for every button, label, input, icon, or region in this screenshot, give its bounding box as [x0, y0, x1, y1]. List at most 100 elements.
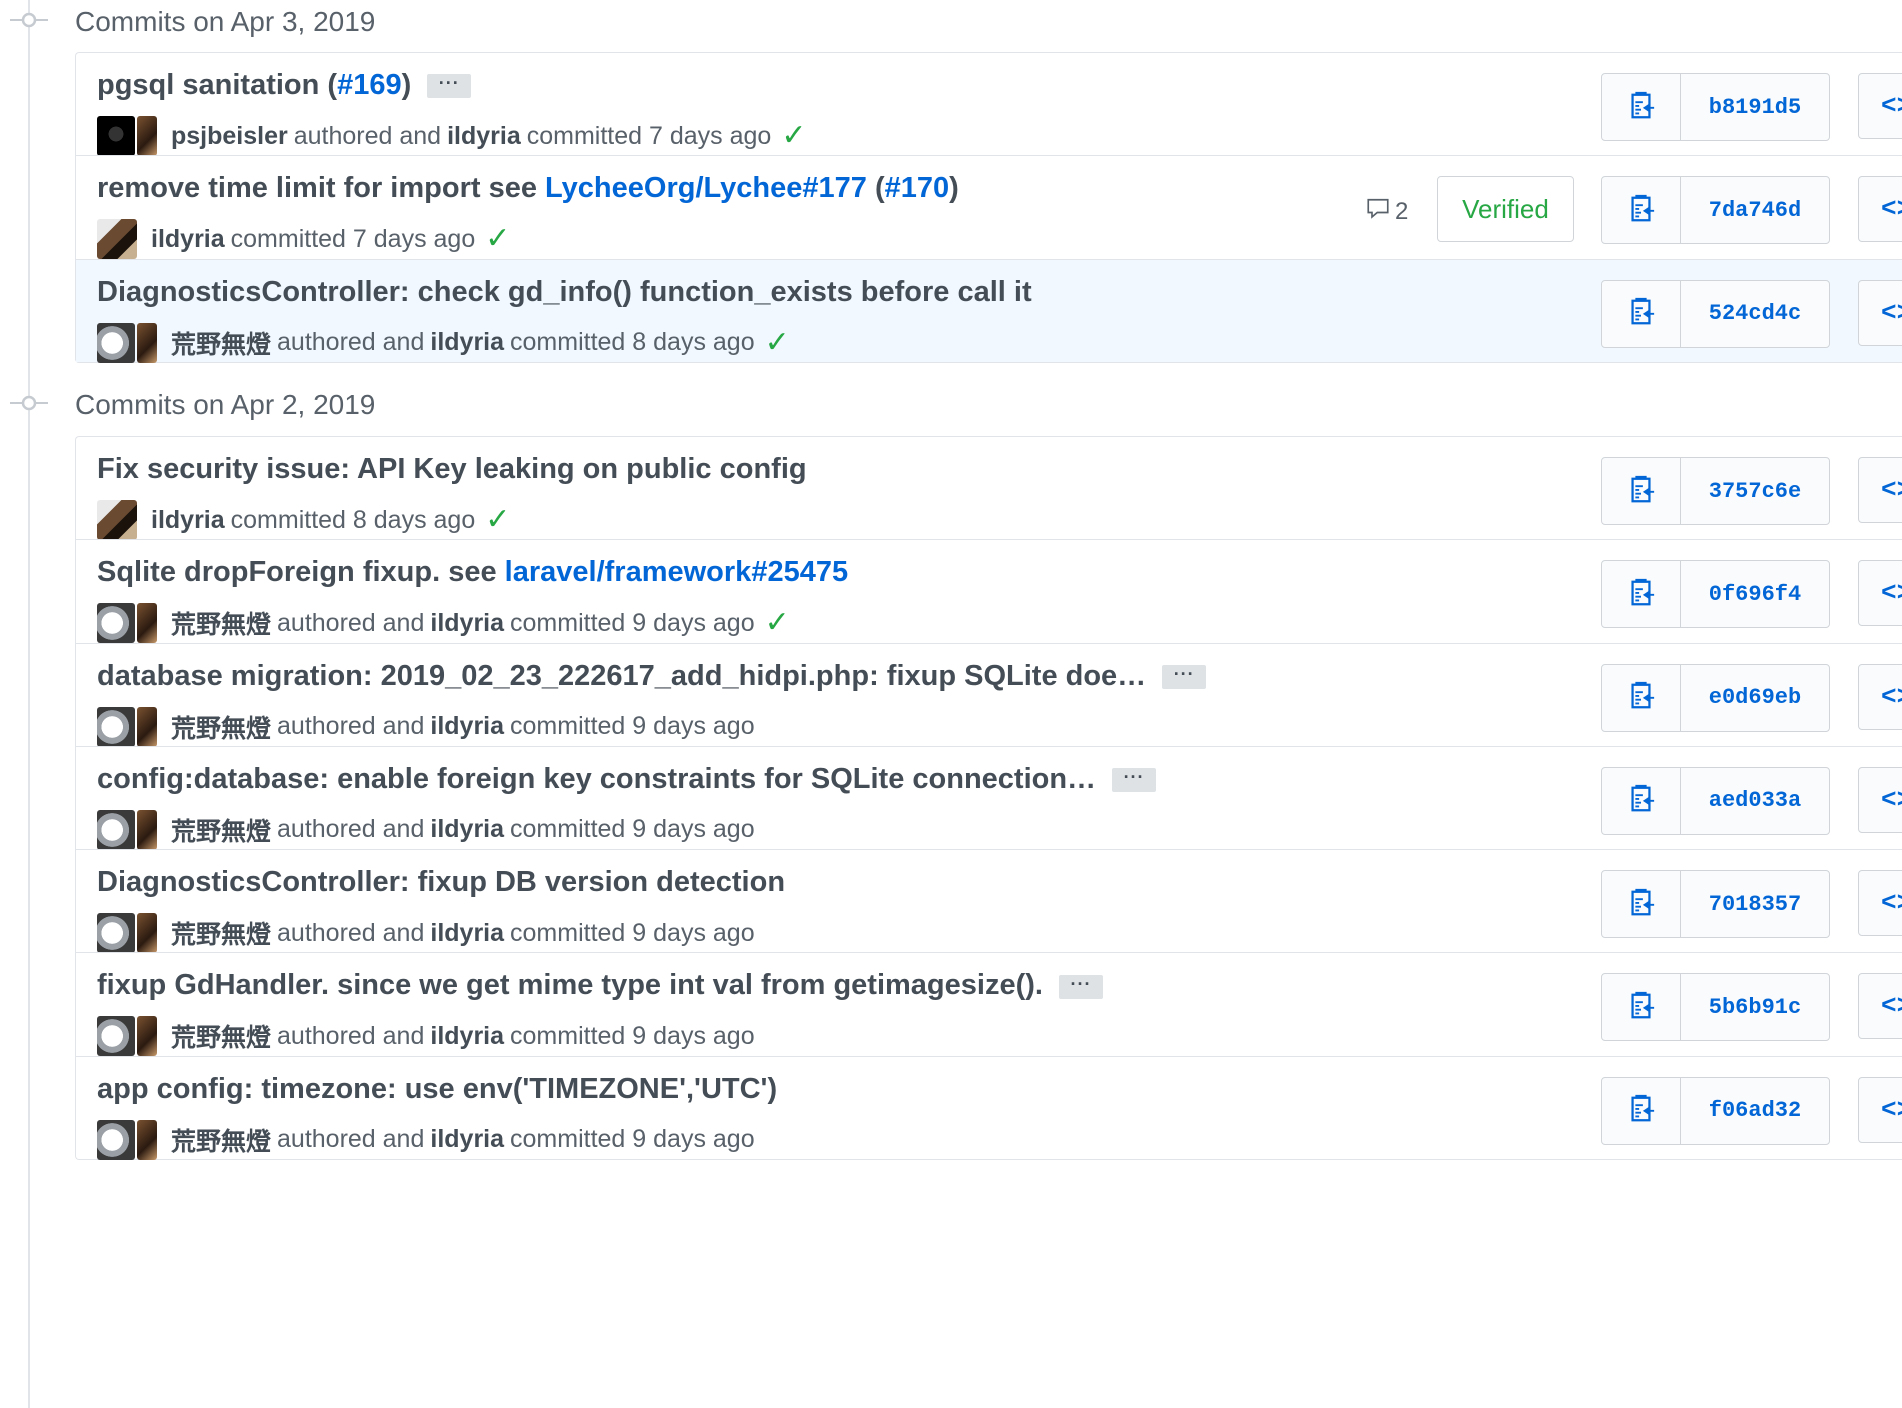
authored-text: authored and [277, 712, 425, 741]
author-name[interactable]: 荒野無燈 [171, 1018, 271, 1054]
avatar-stack[interactable] [97, 706, 157, 747]
commit-sha-link[interactable]: f06ad32 [1681, 1078, 1829, 1144]
author-name[interactable]: 荒野無燈 [171, 915, 271, 951]
commit-title-link[interactable]: LycheeOrg/Lychee#177 [545, 172, 867, 204]
commit-sha-link[interactable]: 0f696f4 [1681, 561, 1829, 627]
avatar-stack[interactable] [97, 809, 157, 850]
verified-badge[interactable]: Verified [1437, 176, 1574, 243]
avatar[interactable] [137, 706, 157, 747]
copy-sha-button[interactable] [1602, 177, 1681, 244]
day-date-label: Commits on Apr 3, 2019 [75, 6, 376, 37]
avatar[interactable] [97, 603, 135, 644]
avatar[interactable] [137, 809, 157, 850]
copy-sha-button[interactable] [1602, 664, 1681, 731]
avatar[interactable] [97, 500, 137, 540]
avatar[interactable] [137, 603, 157, 644]
avatar-stack[interactable] [97, 913, 157, 954]
avatar[interactable] [97, 809, 135, 850]
copy-sha-button[interactable] [1602, 458, 1681, 524]
avatar-stack[interactable] [97, 500, 137, 540]
committer-name[interactable]: ildyria [430, 328, 504, 357]
avatar-stack[interactable] [97, 1119, 157, 1160]
check-icon[interactable]: ✓ [765, 608, 790, 638]
avatar[interactable] [137, 1016, 157, 1057]
copy-sha-button[interactable] [1602, 280, 1681, 347]
avatar[interactable] [137, 322, 157, 363]
commit-sha-link[interactable]: aed033a [1681, 768, 1829, 834]
avatar[interactable] [97, 706, 135, 747]
committed-text: committed 9 days ago [510, 608, 755, 637]
copy-sha-button[interactable] [1602, 561, 1681, 628]
code-icon: <> [1881, 578, 1902, 609]
avatar-stack[interactable] [97, 116, 157, 156]
copy-sha-button[interactable] [1602, 871, 1681, 938]
expand-description-button[interactable]: ··· [427, 74, 472, 99]
committer-name[interactable]: ildyria [430, 712, 504, 741]
avatar[interactable] [97, 1016, 135, 1057]
expand-description-button[interactable]: ··· [1162, 664, 1207, 689]
committer-name[interactable]: ildyria [430, 1022, 504, 1051]
expand-description-button[interactable]: ··· [1112, 768, 1157, 793]
browse-repo-button[interactable]: <> [1858, 279, 1902, 346]
committer-name[interactable]: ildyria [430, 919, 504, 948]
commit-sha-link[interactable]: 7018357 [1681, 871, 1829, 937]
committer-name[interactable]: ildyria [151, 506, 225, 535]
browse-repo-button[interactable]: <> [1858, 870, 1902, 937]
browse-repo-button[interactable]: <> [1858, 766, 1902, 833]
commit-sha-link[interactable]: b8191d5 [1681, 74, 1829, 140]
avatar[interactable] [97, 322, 135, 363]
avatar[interactable] [137, 1119, 157, 1160]
browse-repo-button[interactable]: <> [1858, 973, 1902, 1040]
avatar[interactable] [97, 116, 135, 156]
avatar-stack[interactable] [97, 219, 137, 260]
avatar-stack[interactable] [97, 322, 157, 363]
code-icon: <> [1881, 91, 1902, 121]
author-name[interactable]: 荒野無燈 [171, 709, 271, 745]
browse-repo-button[interactable]: <> [1858, 1076, 1902, 1143]
browse-repo-button[interactable]: <> [1858, 176, 1902, 243]
avatar-stack[interactable] [97, 1016, 157, 1057]
commit-sha-link[interactable]: 3757c6e [1681, 458, 1829, 524]
author-name[interactable]: 荒野無燈 [171, 325, 271, 361]
commit-sha-link[interactable]: 7da746d [1681, 177, 1829, 243]
author-name[interactable]: 荒野無燈 [171, 605, 271, 641]
commit-title-link[interactable]: #170 [885, 172, 950, 204]
author-name[interactable]: psjbeisler [171, 122, 288, 151]
avatar[interactable] [97, 219, 137, 260]
check-icon[interactable]: ✓ [765, 327, 790, 358]
avatar[interactable] [137, 913, 157, 954]
expand-description-button[interactable]: ··· [1058, 974, 1103, 999]
authored-text: authored and [277, 815, 425, 844]
comments-link[interactable]: 2 [1361, 196, 1408, 227]
committer-name[interactable]: ildyria [430, 609, 504, 638]
avatar[interactable] [97, 913, 135, 954]
check-icon[interactable]: ✓ [781, 121, 806, 151]
commit-sha-link[interactable]: 524cd4c [1681, 281, 1829, 347]
committer-name[interactable]: ildyria [447, 122, 521, 151]
copy-sha-button[interactable] [1602, 74, 1681, 140]
code-icon: <> [1881, 888, 1902, 919]
committer-name[interactable]: ildyria [430, 1125, 504, 1154]
copy-sha-button[interactable] [1602, 767, 1681, 834]
commit-title-link[interactable]: #169 [337, 69, 402, 101]
copy-sha-button[interactable] [1602, 1077, 1681, 1144]
browse-repo-button[interactable]: <> [1858, 560, 1902, 627]
author-name[interactable]: 荒野無燈 [171, 1122, 271, 1158]
copy-sha-button[interactable] [1602, 974, 1681, 1041]
authored-text: authored and [277, 608, 425, 637]
committer-name[interactable]: ildyria [151, 225, 225, 254]
commit-sha-link[interactable]: e0d69eb [1681, 665, 1829, 731]
commit-title-link[interactable]: laravel/framework#25475 [505, 556, 848, 588]
check-icon[interactable]: ✓ [485, 505, 510, 535]
check-icon[interactable]: ✓ [485, 224, 510, 254]
browse-repo-button[interactable]: <> [1858, 73, 1902, 139]
browse-repo-button[interactable]: <> [1858, 457, 1902, 523]
committer-name[interactable]: ildyria [430, 815, 504, 844]
commit-sha-link[interactable]: 5b6b91c [1681, 974, 1829, 1040]
avatar-stack[interactable] [97, 603, 157, 644]
browse-repo-button[interactable]: <> [1858, 663, 1902, 730]
author-name[interactable]: 荒野無燈 [171, 812, 271, 848]
avatar[interactable] [137, 116, 157, 156]
commit-meta: 荒野無燈 authored and ildyria committed 9 days … [97, 706, 755, 747]
avatar[interactable] [97, 1119, 135, 1160]
